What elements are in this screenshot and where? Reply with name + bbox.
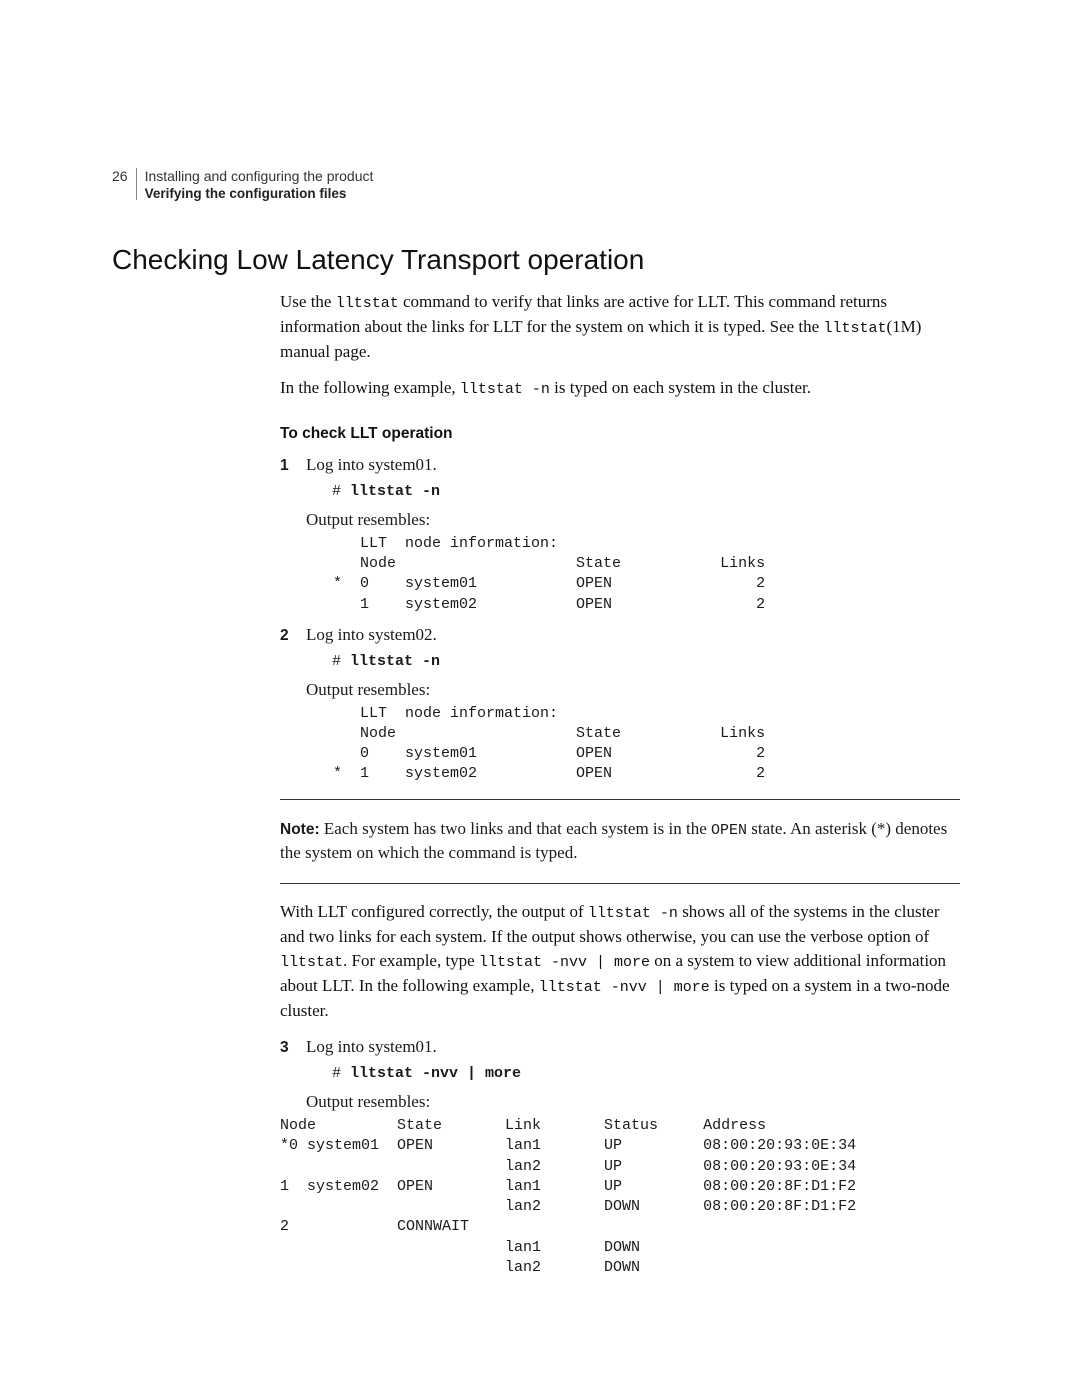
command-output: LLT node information: Node State Links *… bbox=[306, 534, 960, 615]
code-inline: OPEN bbox=[711, 822, 747, 839]
code-inline: lltstat bbox=[280, 954, 343, 971]
command-output: LLT node information: Node State Links 0… bbox=[306, 704, 960, 785]
header-divider bbox=[136, 168, 137, 200]
command-line: # lltstat -n bbox=[332, 652, 960, 670]
note-rule-bottom bbox=[280, 883, 960, 884]
command: lltstat -n bbox=[350, 653, 440, 670]
output-label: Output resembles: bbox=[306, 510, 960, 530]
procedure-heading: To check LLT operation bbox=[280, 425, 960, 443]
code-inline: lltstat -n bbox=[460, 381, 550, 398]
step-text: Log into system01. bbox=[306, 453, 437, 478]
step-number: 3 bbox=[280, 1039, 306, 1057]
step-number: 1 bbox=[280, 457, 306, 475]
step-text: Log into system01. bbox=[306, 1035, 437, 1060]
command-output: Node State Link Status Address *0 system… bbox=[280, 1116, 960, 1278]
intro-paragraph-2: In the following example, lltstat -n is … bbox=[280, 376, 960, 401]
explanation-paragraph: With LLT configured correctly, the outpu… bbox=[280, 900, 960, 1024]
command-line: # lltstat -n bbox=[332, 482, 960, 500]
note-paragraph: Note: Each system has two links and that… bbox=[280, 817, 960, 866]
intro-paragraph-1: Use the lltstat command to verify that l… bbox=[280, 290, 960, 364]
note-rule-top bbox=[280, 799, 960, 800]
section-heading: Checking Low Latency Transport operation bbox=[112, 244, 960, 276]
step-1: 1 Log into system01. bbox=[280, 453, 960, 478]
code-inline: lltstat -nvv | more bbox=[479, 954, 650, 971]
header-section: Verifying the configuration files bbox=[145, 185, 374, 203]
note-lead: Note: bbox=[280, 821, 320, 838]
page-header: 26 Installing and configuring the produc… bbox=[112, 168, 960, 202]
page-number: 26 bbox=[112, 168, 134, 184]
code-inline: lltstat bbox=[823, 320, 886, 337]
step-3: 3 Log into system01. bbox=[280, 1035, 960, 1060]
step-2: 2 Log into system02. bbox=[280, 623, 960, 648]
command: lltstat -n bbox=[350, 483, 440, 500]
output-label: Output resembles: bbox=[306, 680, 960, 700]
code-inline: lltstat -n bbox=[588, 905, 678, 922]
command: lltstat -nvv | more bbox=[350, 1065, 521, 1082]
step-text: Log into system02. bbox=[306, 623, 437, 648]
code-inline: lltstat -nvv | more bbox=[539, 979, 710, 996]
step-number: 2 bbox=[280, 627, 306, 645]
code-inline: lltstat bbox=[336, 295, 399, 312]
header-chapter: Installing and configuring the product bbox=[145, 168, 374, 185]
command-line: # lltstat -nvv | more bbox=[332, 1064, 960, 1082]
output-label: Output resembles: bbox=[306, 1092, 960, 1112]
